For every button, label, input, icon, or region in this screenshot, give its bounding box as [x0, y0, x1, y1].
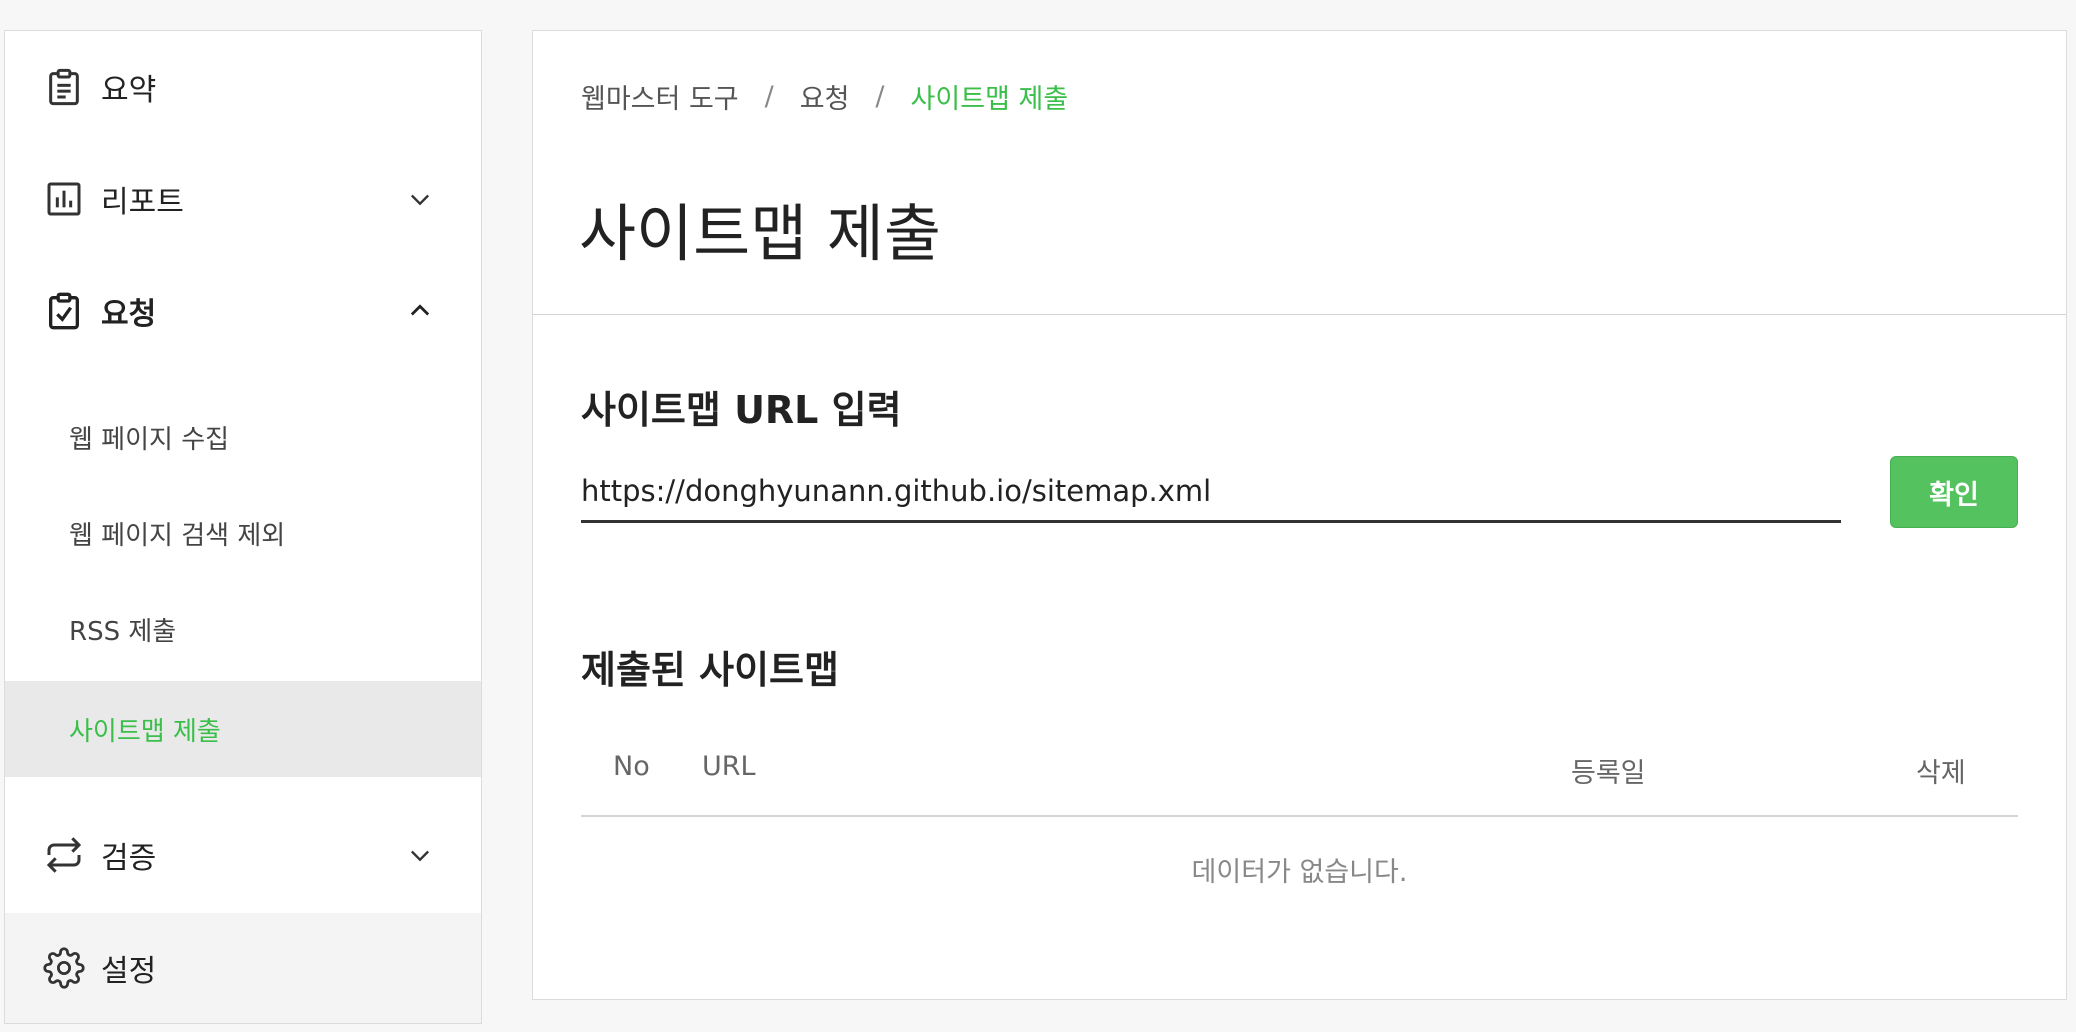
- page-title: 사이트맵 제출: [579, 197, 941, 270]
- gear-icon: [41, 945, 87, 991]
- confirm-button[interactable]: 확인: [1890, 456, 2018, 528]
- submitted-sitemaps-table: No URL 등록일 삭제 데이터가 없습니다.: [581, 721, 2018, 921]
- sidebar-item-label: 요청: [101, 297, 157, 332]
- column-header-date: 등록일: [1571, 758, 1646, 789]
- column-header-url: URL: [702, 751, 756, 782]
- empty-message: 데이터가 없습니다.: [1191, 856, 1408, 888]
- breadcrumb: 웹마스터 도구 / 요청 / 사이트맵 제출: [581, 77, 1068, 116]
- sidebar-subitem-web-page-crawl[interactable]: 웹 페이지 수집: [5, 389, 481, 485]
- sidebar-subitem-label: 웹 페이지 검색 제외: [69, 520, 286, 551]
- sidebar-subitem-rss-submit[interactable]: RSS 제출: [5, 581, 481, 677]
- sidebar-subitem-label: 웹 페이지 수집: [69, 424, 230, 455]
- sidebar-item-settings[interactable]: 설정: [5, 913, 481, 1023]
- breadcrumb-separator: /: [764, 81, 774, 112]
- sidebar-item-label: 요약: [101, 73, 157, 108]
- sitemap-url-input[interactable]: [581, 461, 1841, 523]
- sidebar-subitem-label: 사이트맵 제출: [69, 716, 221, 747]
- main-panel: 웹마스터 도구 / 요청 / 사이트맵 제출 사이트맵 제출 사이트맵 URL …: [532, 30, 2067, 1000]
- breadcrumb-root[interactable]: 웹마스터 도구: [581, 77, 739, 116]
- chevron-up-icon[interactable]: [405, 296, 435, 326]
- sidebar-item-label: 리포트: [101, 185, 184, 220]
- sidebar: 요약 리포트 요청 웹 페이지 수집 웹 페이지 검색 제외 RSS 제출 사이…: [4, 30, 482, 1024]
- clipboard-icon: [41, 64, 87, 110]
- breadcrumb-current: 사이트맵 제출: [910, 84, 1069, 115]
- clipboard-check-icon: [41, 288, 87, 334]
- breadcrumb-separator: /: [875, 81, 885, 112]
- sidebar-subitem-label: RSS 제출: [69, 616, 177, 647]
- table-header: No URL 등록일 삭제: [581, 721, 2018, 817]
- page-header: 웹마스터 도구 / 요청 / 사이트맵 제출 사이트맵 제출: [533, 31, 2066, 315]
- sidebar-item-request[interactable]: 요청: [5, 269, 481, 353]
- column-header-no: No: [613, 751, 650, 782]
- chevron-down-icon[interactable]: [405, 184, 435, 214]
- sidebar-item-verify[interactable]: 검증: [5, 813, 481, 897]
- sitemap-url-section-title: 사이트맵 URL 입력: [581, 388, 902, 432]
- sidebar-item-report[interactable]: 리포트: [5, 157, 481, 241]
- sidebar-item-label: 검증: [101, 841, 157, 876]
- sync-arrows-icon: [41, 832, 87, 878]
- bar-chart-icon: [41, 176, 87, 222]
- column-header-delete: 삭제: [1916, 758, 1966, 789]
- sidebar-item-summary[interactable]: 요약: [5, 45, 481, 129]
- sidebar-subitem-sitemap-submit[interactable]: 사이트맵 제출: [5, 681, 481, 777]
- chevron-down-icon[interactable]: [405, 840, 435, 870]
- sidebar-subitem-web-page-exclude[interactable]: 웹 페이지 검색 제외: [5, 485, 481, 581]
- submitted-sitemaps-title: 제출된 사이트맵: [581, 648, 839, 692]
- breadcrumb-parent[interactable]: 요청: [800, 77, 850, 116]
- sidebar-item-label: 설정: [101, 954, 157, 989]
